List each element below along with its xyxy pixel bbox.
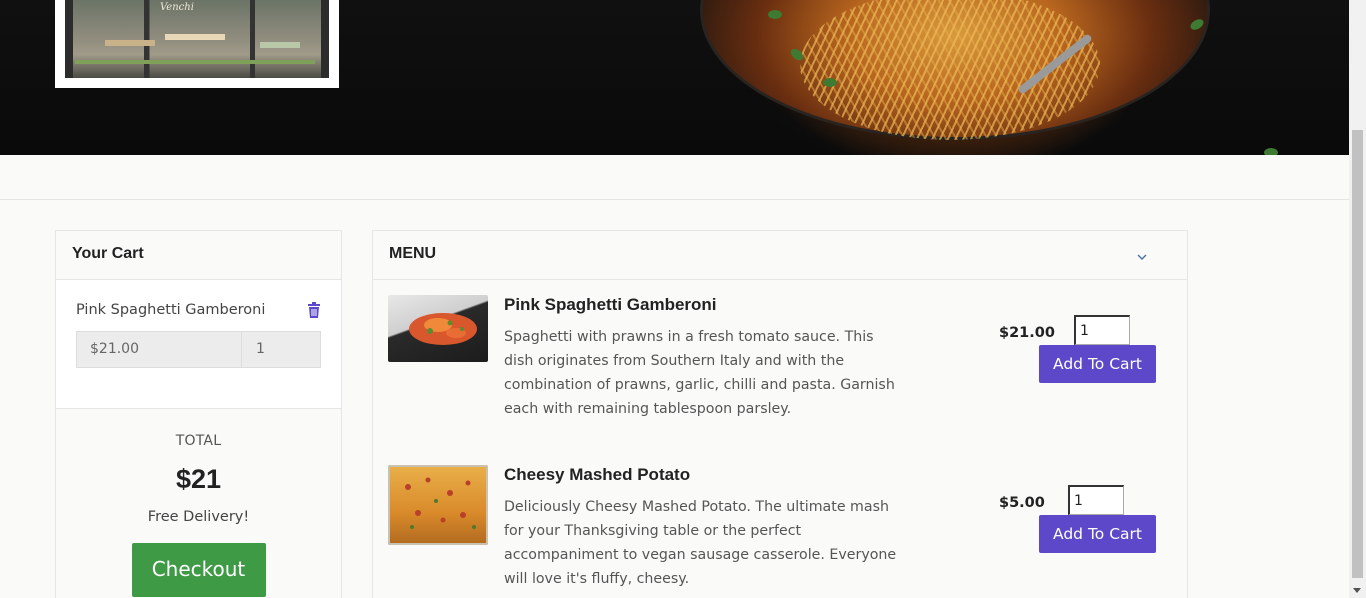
page-scrollbar[interactable] xyxy=(1349,0,1366,598)
cart-item-price: $21.00 xyxy=(77,332,242,367)
leaf-garnish xyxy=(823,78,837,87)
quantity-input[interactable] xyxy=(1068,485,1124,515)
restaurant-storefront-image: Venchi xyxy=(65,0,329,78)
total-label: TOTAL xyxy=(175,433,222,449)
menu-header[interactable]: MENU xyxy=(373,231,1187,280)
storefront-sign: Venchi xyxy=(160,2,194,13)
leaf-garnish xyxy=(768,10,782,19)
dish-description: Spaghetti with prawns in a fresh tomato … xyxy=(504,329,895,417)
quantity-input[interactable] xyxy=(1074,315,1130,345)
cart-total-section: TOTAL $21 Free Delivery! Checkout xyxy=(56,409,341,598)
section-divider xyxy=(0,199,1349,200)
scroll-down-arrow-icon[interactable] xyxy=(1353,588,1361,593)
menu-item: Cheesy Mashed Potato Deliciously Cheesy … xyxy=(388,465,1178,595)
cart-item: Pink Spaghetti Gamberoni $21.00 1 xyxy=(56,280,341,409)
shelf xyxy=(260,42,300,48)
shelf xyxy=(105,40,155,46)
add-to-cart-button[interactable]: Add To Cart xyxy=(1039,345,1156,383)
checkout-button[interactable]: Checkout xyxy=(131,543,266,597)
dish-price: $21.00 xyxy=(999,325,1055,341)
cart-item-quantity[interactable]: 1 xyxy=(242,332,320,367)
menu-item: Pink Spaghetti Gamberoni Spaghetti with … xyxy=(388,295,1178,425)
shelf xyxy=(165,34,225,40)
cart-item-fields: $21.00 1 xyxy=(76,331,321,368)
cheesy-mashed-potato-image xyxy=(388,465,488,545)
page: Venchi Your Cart Pink Spaghetti Gamberon… xyxy=(0,0,1366,598)
leaf-garnish xyxy=(1264,148,1278,155)
trash-icon[interactable] xyxy=(307,302,321,318)
scrollbar-thumb[interactable] xyxy=(1352,130,1363,578)
restaurant-photo-card: Venchi xyxy=(55,0,339,88)
floor-plants xyxy=(75,60,315,64)
total-value: $21 xyxy=(175,464,222,494)
dish-name: Cheesy Mashed Potato xyxy=(504,465,691,484)
cart-panel: Your Cart Pink Spaghetti Gamberoni $21.0 xyxy=(55,230,342,598)
pink-spaghetti-image xyxy=(388,295,488,362)
dish-name: Pink Spaghetti Gamberoni xyxy=(504,295,717,314)
add-to-cart-button[interactable]: Add To Cart xyxy=(1039,515,1156,553)
dish-price: $5.00 xyxy=(999,495,1045,511)
dish-description: Deliciously Cheesy Mashed Potato. The ul… xyxy=(504,499,897,587)
cart-title: Your Cart xyxy=(56,231,341,280)
menu-title: MENU xyxy=(389,245,437,262)
delivery-text: Free Delivery! xyxy=(147,509,250,525)
menu-panel: MENU Pink Spaghetti Gamberoni Spaghetti … xyxy=(372,230,1188,598)
cart-item-name: Pink Spaghetti Gamberoni xyxy=(76,302,266,318)
chevron-down-icon[interactable] xyxy=(1137,249,1147,260)
